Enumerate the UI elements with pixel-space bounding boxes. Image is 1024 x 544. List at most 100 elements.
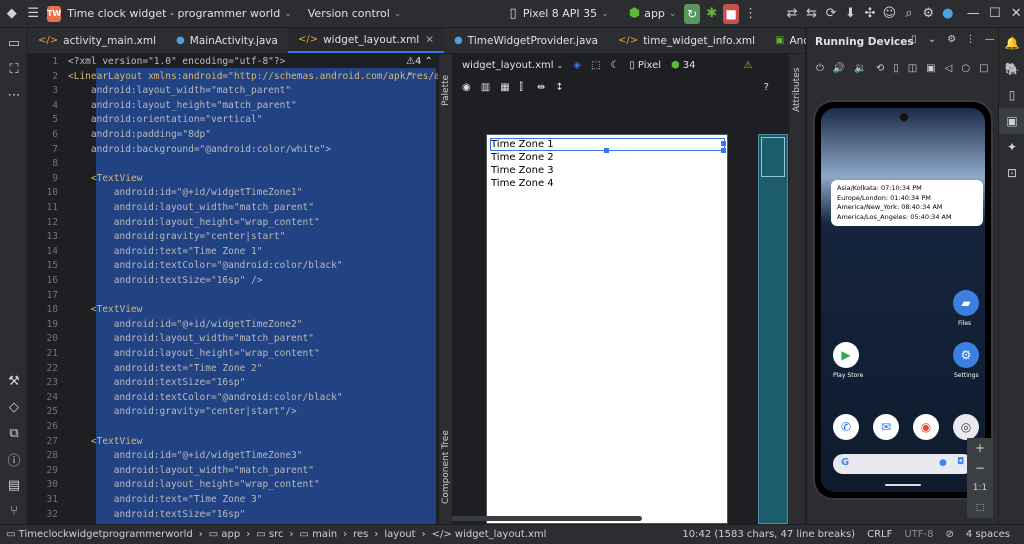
palette-strip[interactable]: Palette Component Tree (438, 54, 452, 524)
zoom-1to1-button[interactable]: 1:1 (967, 478, 993, 498)
gear-icon[interactable]: ⚙ (947, 34, 956, 45)
device-explorer-icon[interactable]: ⊡ (999, 160, 1024, 186)
warning-indicator[interactable]: ⚠4 ⌃ ⌄ (406, 56, 438, 78)
preview-textview-3[interactable]: Time Zone 3 (491, 165, 554, 176)
api-selector[interactable]: 34 (683, 60, 696, 71)
layout-file-selector[interactable]: widget_layout.xml (462, 60, 554, 71)
camera-app-icon[interactable]: ◎ (953, 414, 979, 440)
device-manager-icon[interactable]: ▯ (999, 82, 1024, 108)
palette-label[interactable]: Palette (441, 75, 451, 106)
close-icon[interactable]: ✕ (1009, 4, 1024, 24)
chevron-down-icon[interactable]: ⌄ (601, 9, 609, 19)
design-canvas[interactable]: Time Zone 1 Time Zone 2 Time Zone 3 Time… (452, 98, 788, 524)
device-screen[interactable]: Asia/Kolkata: 07:10:34 PM Europe/London:… (821, 108, 985, 492)
time-widget[interactable]: Asia/Kolkata: 07:10:34 PM Europe/London:… (831, 180, 983, 226)
tab-widget-layout[interactable]: </> widget_layout.xml ✕ (287, 28, 445, 53)
chevron-down-icon[interactable]: ⌄ (669, 9, 677, 19)
help-icon[interactable]: ? (764, 82, 769, 93)
device-selector[interactable]: Pixel 8 API 35 (523, 7, 597, 20)
messages-app-icon[interactable]: ✉ (873, 414, 899, 440)
chrome-app-icon[interactable]: ◉ (913, 414, 939, 440)
gradle-icon[interactable]: 🐘 (999, 56, 1024, 82)
tab-main-activity[interactable]: ● MainActivity.java (166, 28, 288, 53)
zoom-out-button[interactable]: − (967, 458, 993, 478)
rotate-left-icon[interactable]: ⟲ (876, 63, 884, 74)
volume-up-icon[interactable]: 🔊 (833, 63, 845, 74)
chevron-down-icon[interactable]: ⌄ (928, 34, 936, 45)
project-title[interactable]: Time clock widget - programmer world (67, 7, 280, 20)
back-icon[interactable]: ◁ (945, 63, 953, 74)
running-devices-icon[interactable]: ▣ (999, 108, 1024, 134)
preview-textview-1[interactable]: Time Zone 1 (491, 139, 554, 150)
chevron-down-icon[interactable]: ⌄ (394, 9, 402, 19)
home-icon[interactable]: ○ (961, 63, 970, 74)
lens-icon[interactable]: ◘ (957, 457, 964, 467)
blueprint-icon[interactable]: ⬚ (591, 60, 600, 71)
sync-gradle-icon[interactable]: ⟳ (823, 4, 838, 24)
fit-screen-button[interactable]: ⬚ (967, 498, 993, 518)
preview-textview-2[interactable]: Time Zone 2 (491, 152, 554, 163)
close-tab-icon[interactable]: ✕ (425, 34, 434, 46)
more-tools-icon[interactable]: ⋯ (0, 82, 28, 108)
debug-icon[interactable]: ✱ (704, 4, 719, 24)
pan-vertical-icon[interactable]: ↕ (555, 82, 563, 93)
git-status-icon[interactable]: ⊘ (946, 529, 954, 540)
indent-setting[interactable]: 4 spaces (966, 529, 1010, 540)
fold-icon[interactable]: ▯ (893, 63, 899, 74)
settings-app-icon[interactable]: ⚙ (953, 342, 979, 368)
cursor-position[interactable]: 10:42 (1583 chars, 47 line breaks) (682, 529, 855, 540)
tab-time-widget-info[interactable]: </> time_widget_info.xml (608, 28, 765, 53)
resize-handle[interactable] (721, 148, 726, 153)
horizontal-scrollbar[interactable] (452, 516, 642, 521)
breadcrumb-res[interactable]: res (353, 529, 368, 540)
app-inspection-icon[interactable]: ⧉ (0, 420, 28, 446)
code-area[interactable]: <?xml version="1.0" encoding="utf-8"?> <L… (68, 54, 438, 524)
emulator-device[interactable]: Asia/Kolkata: 07:10:34 PM Europe/London:… (813, 100, 993, 500)
night-mode-icon[interactable]: ☾ (610, 60, 619, 71)
structure-icon[interactable]: ⛶ (0, 56, 28, 82)
tab-activity-main[interactable]: </> activity_main.xml (28, 28, 166, 53)
margins-icon[interactable]: ▦ (500, 82, 509, 93)
app-logo-icon[interactable]: ◆ (4, 4, 19, 24)
breadcrumb-main[interactable]: ▭ main (299, 529, 337, 540)
breadcrumb-project[interactable]: ▭ Timeclockwidgetprogrammerworld (6, 529, 193, 540)
screen-record-icon[interactable]: ▣ (926, 63, 935, 74)
gem-icon[interactable]: ◇ (0, 394, 28, 420)
warning-icon[interactable]: ⚠ (744, 60, 753, 71)
build-icon[interactable]: ⚒ (0, 368, 28, 394)
breadcrumb-layout[interactable]: layout (384, 529, 415, 540)
device-tab-icon[interactable]: ▯ (911, 34, 917, 45)
tab-time-widget-provider[interactable]: ● TimeWidgetProvider.java (444, 28, 608, 53)
minimize-panel-icon[interactable]: — (985, 34, 995, 45)
component-tree-label[interactable]: Component Tree (441, 430, 451, 504)
line-separator[interactable]: CRLF (867, 529, 892, 540)
version-control-menu[interactable]: Version control (308, 7, 390, 20)
play-store-icon[interactable]: ▶ (833, 342, 859, 368)
apply-changes-icon[interactable]: ⇄ (784, 4, 799, 24)
chevron-down-icon[interactable]: ⌄ (284, 9, 292, 19)
more-actions-icon[interactable]: ⋮ (743, 4, 758, 24)
notifications-icon[interactable]: 🔔 (999, 30, 1024, 56)
gemini-icon[interactable]: ✦ (999, 134, 1024, 160)
rerun-button[interactable]: ↻ (684, 3, 700, 24)
eye-icon[interactable]: ◉ (462, 82, 471, 93)
zoom-in-button[interactable]: + (967, 438, 993, 458)
chevron-down-icon[interactable]: ⌄ (557, 61, 564, 70)
volume-down-icon[interactable]: 🔉 (854, 63, 866, 74)
folder-icon[interactable]: ▭ (0, 30, 28, 56)
align-icon[interactable]: ⫿ (520, 82, 523, 93)
profile-avatar[interactable]: ● (940, 4, 955, 24)
resize-handle[interactable] (604, 148, 609, 153)
more-options-icon[interactable]: ⋮ (965, 34, 975, 45)
phone-app-icon[interactable]: ✆ (833, 414, 859, 440)
attributes-strip[interactable]: Attributes (788, 54, 805, 524)
power-icon[interactable]: ⏻ (816, 63, 824, 74)
preview-textview-4[interactable]: Time Zone 4 (491, 178, 554, 189)
files-app-icon[interactable]: ▰ (953, 290, 979, 316)
breadcrumb-src[interactable]: ▭ src (256, 529, 283, 540)
layout-preview[interactable]: Time Zone 1 Time Zone 2 Time Zone 3 Time… (486, 134, 728, 524)
project-badge[interactable]: TW (46, 5, 62, 22)
google-search-bar[interactable]: G ● ◘ (833, 454, 973, 474)
run-config-selector[interactable]: app (644, 7, 665, 20)
pan-horizontal-icon[interactable]: ⇹ (537, 82, 545, 93)
